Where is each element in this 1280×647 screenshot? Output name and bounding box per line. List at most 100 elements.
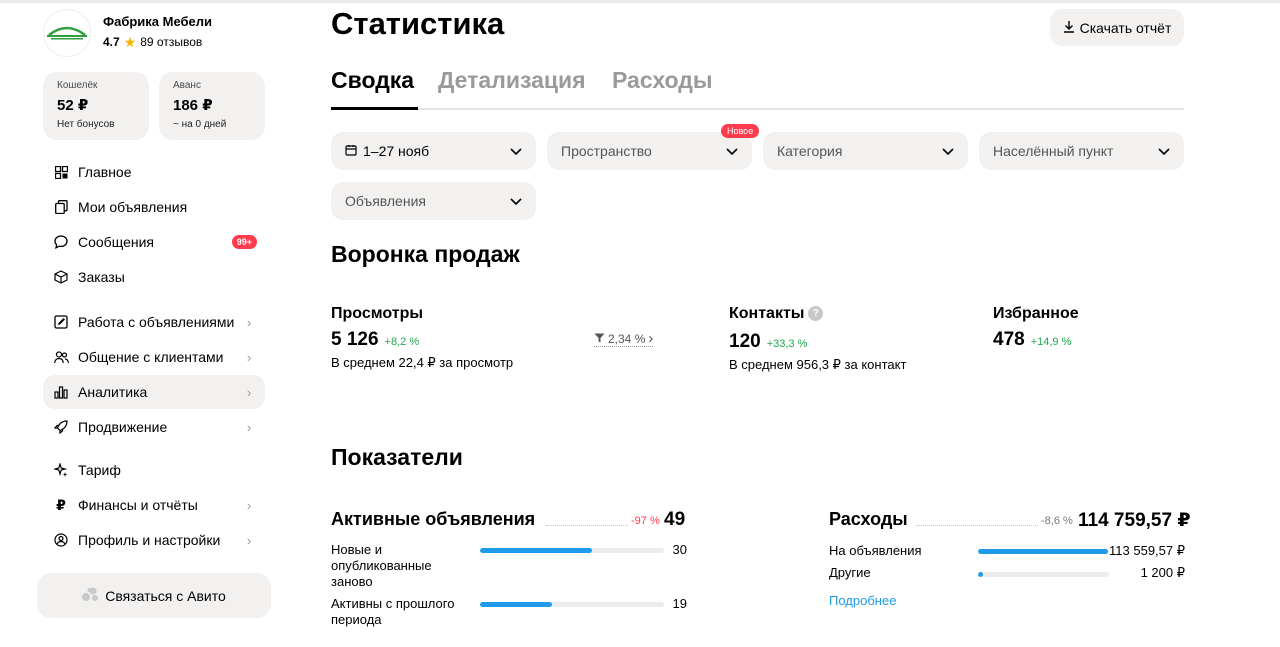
copy-icon — [51, 200, 71, 214]
advance-label: Аванс — [173, 80, 201, 91]
seller-logo[interactable] — [43, 9, 91, 57]
sidebar-item-label: Главное — [78, 164, 132, 180]
category-filter-label: Категория — [777, 143, 843, 159]
sidebar-item-label: Работа с объявлениями — [78, 314, 235, 330]
sidebar-item-messages[interactable]: Сообщения 99+ — [43, 225, 265, 259]
users-icon — [51, 350, 71, 364]
city-filter-label: Населённый пункт — [993, 143, 1114, 159]
progress-bar — [978, 572, 1109, 577]
top-divider — [0, 0, 1280, 3]
chart-icon — [51, 385, 71, 399]
chevron-right-icon: › — [648, 330, 654, 347]
tab-details[interactable]: Детализация — [438, 67, 586, 94]
space-filter[interactable]: Пространство — [547, 132, 752, 170]
grid-icon — [51, 165, 71, 179]
favorites-value: 478 — [993, 329, 1025, 350]
favorites-metric: 478 +14,9 % — [993, 329, 1071, 351]
sidebar-item-label: Финансы и отчёты — [78, 497, 198, 513]
sparkle-icon — [51, 463, 71, 477]
chevron-right-icon: › — [246, 349, 252, 365]
tab-summary[interactable]: Сводка — [331, 67, 414, 94]
seller-rating[interactable]: 4.7 ★ 89 отзывов — [103, 35, 202, 49]
indicators-title: Показатели — [331, 444, 463, 470]
ads-filter-label: Объявления — [345, 193, 426, 209]
active-ads-title: Активные объявления — [331, 509, 536, 529]
active-ads-delta: -97 % — [631, 515, 660, 527]
chevron-down-icon — [942, 143, 954, 159]
space-filter-label: Пространство — [561, 143, 652, 159]
conversion-link[interactable]: 2,34 % › — [594, 330, 654, 347]
sidebar-item-analytics[interactable]: Аналитика › — [43, 375, 265, 409]
sidebar-item-label: Общение с клиентами — [78, 349, 224, 365]
progress-fill — [978, 572, 984, 577]
views-metric: 5 126 +8,2 % — [331, 329, 419, 351]
progress-bar — [978, 549, 1109, 554]
sidebar-item-promotion[interactable]: Продвижение › — [43, 410, 265, 444]
sidebar-item-orders[interactable]: Заказы — [43, 260, 265, 294]
tab-expenses[interactable]: Расходы — [612, 67, 713, 94]
sidebar-item-ads-work[interactable]: Работа с объявлениями › — [43, 305, 265, 339]
progress-fill — [480, 548, 593, 553]
calendar-icon — [345, 143, 357, 159]
ads-filter[interactable]: Объявления — [331, 182, 536, 220]
city-filter[interactable]: Населённый пункт — [979, 132, 1184, 170]
help-icon[interactable]: ? — [808, 306, 824, 322]
download-report-label: Скачать отчёт — [1079, 19, 1172, 36]
views-delta: +8,2 % — [384, 336, 420, 348]
period-filter-value: 1–27 нояб — [363, 143, 430, 159]
advance-sub: ~ на 0 дней — [173, 119, 227, 130]
active-ads-row-label: Новые и опубликованные заново — [331, 542, 432, 589]
wallet-value: 52 ₽ — [57, 97, 89, 114]
progress-bar — [480, 602, 664, 607]
active-ads-value: 49 — [664, 509, 686, 530]
sidebar-item-profile[interactable]: Профиль и настройки › — [43, 523, 265, 557]
period-filter[interactable]: 1–27 нояб — [331, 132, 536, 170]
category-filter[interactable]: Категория — [763, 132, 968, 170]
edit-icon — [51, 315, 71, 329]
sidebar-item-main[interactable]: Главное — [43, 155, 265, 189]
sidebar-item-label: Заказы — [78, 269, 125, 285]
ruble-icon: ₽ — [56, 496, 66, 513]
dotted-leader — [916, 525, 1038, 526]
rocket-icon — [51, 420, 71, 434]
tabs-divider — [331, 108, 1184, 110]
advance-card[interactable]: Аванс 186 ₽ ~ на 0 дней — [159, 72, 265, 140]
box-icon — [51, 270, 71, 284]
views-sub: В среднем 22,4 ₽ за просмотр — [331, 355, 514, 370]
sidebar-item-my-ads[interactable]: Мои объявления — [43, 190, 265, 224]
progress-fill — [978, 549, 1108, 554]
progress-fill — [480, 602, 552, 607]
views-value: 5 126 — [331, 329, 379, 350]
seller-name[interactable]: Фабрика Мебели — [103, 14, 212, 29]
contact-avito-label: Связаться с Авито — [105, 587, 226, 604]
sidebar-item-label: Мои объявления — [78, 199, 188, 215]
star-icon: ★ — [123, 34, 137, 50]
progress-bar — [480, 548, 664, 553]
expenses-value: 114 759,57 ₽ — [1078, 510, 1191, 531]
sidebar-item-label: Сообщения — [78, 234, 154, 250]
download-report-button[interactable]: Скачать отчёт — [1050, 9, 1184, 46]
active-ads-row-value: 19 — [672, 596, 687, 611]
favorites-delta: +14,9 % — [1030, 336, 1072, 348]
wallet-card[interactable]: Кошелёк 52 ₽ Нет бонусов — [43, 72, 149, 140]
contacts-title: Контакты? — [729, 305, 824, 323]
chevron-right-icon: › — [246, 532, 252, 548]
chevron-down-icon — [726, 143, 738, 159]
contact-avito-button[interactable]: Связаться с Авито — [37, 573, 271, 618]
more-details-link[interactable]: Подробнее — [829, 593, 896, 608]
funnel-icon — [594, 332, 605, 346]
sidebar-item-tariff[interactable]: Тариф — [43, 453, 265, 487]
sidebar-item-clients[interactable]: Общение с клиентами › — [43, 340, 265, 374]
contacts-metric: 120 +33,3 % — [729, 331, 807, 353]
contacts-title-text: Контакты — [729, 305, 805, 322]
chevron-down-icon — [510, 193, 522, 209]
active-tab-indicator — [331, 107, 418, 110]
wallet-label: Кошелёк — [57, 80, 98, 91]
chevron-right-icon: › — [246, 497, 252, 513]
favorites-title: Избранное — [993, 305, 1079, 322]
dotted-leader — [546, 525, 628, 526]
sidebar-item-finance[interactable]: ₽ Финансы и отчёты › — [43, 488, 265, 522]
chat-icon — [51, 235, 71, 249]
chevron-down-icon — [1158, 143, 1170, 159]
download-icon — [1063, 20, 1075, 36]
